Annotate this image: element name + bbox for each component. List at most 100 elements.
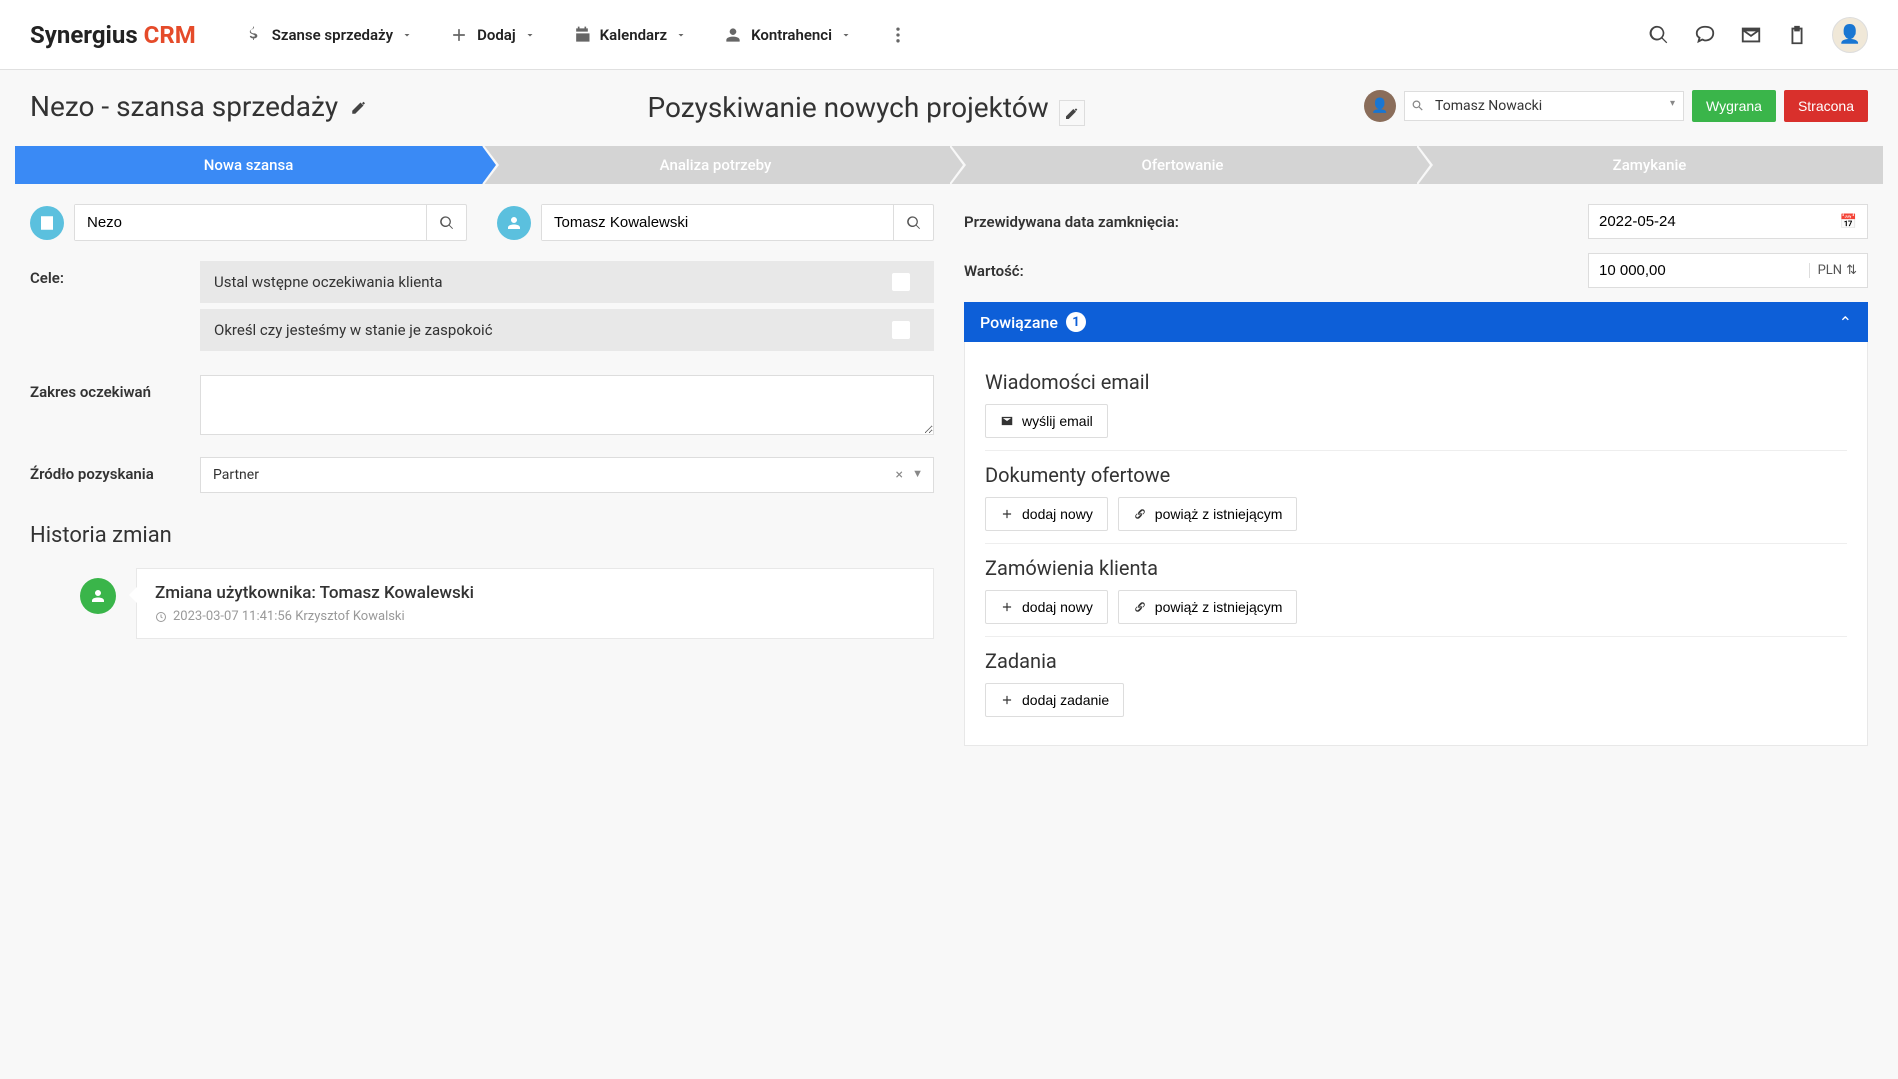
logo-sub: CRM [144, 21, 196, 49]
history-card[interactable]: Zmiana użytkownika: Tomasz Kowalewski 20… [136, 568, 934, 639]
stage-analiza[interactable]: Analiza potrzeby [482, 146, 949, 184]
related-tasks: Zadania dodaj zadanie [985, 637, 1847, 729]
add-order-button[interactable]: dodaj nowy [985, 590, 1108, 624]
nav-contractors[interactable]: Kontrahenci [705, 25, 870, 45]
owner-name: Tomasz Nowacki [1435, 98, 1542, 114]
nav-more[interactable] [870, 25, 926, 45]
chevron-down-icon: ▼ [912, 467, 923, 480]
plus-icon [1000, 600, 1014, 614]
stage-ofertowanie[interactable]: Ofertowanie [949, 146, 1416, 184]
nav-add[interactable]: Dodaj [431, 25, 554, 45]
goal-checkbox[interactable] [892, 321, 910, 339]
mail-icon[interactable] [1740, 24, 1762, 46]
scope-textarea[interactable] [200, 375, 934, 435]
send-email-label: wyślij email [1022, 413, 1093, 429]
project-title: Pozyskiwanie nowych projektów [647, 91, 1048, 124]
edit-icon[interactable] [1059, 100, 1085, 126]
clipboard-icon[interactable] [1786, 24, 1808, 46]
add-doc-label: dodaj nowy [1022, 506, 1093, 522]
edit-icon[interactable] [350, 98, 368, 116]
history-meta-text: 2023-03-07 11:41:56 Krzysztof Kowalski [173, 609, 405, 624]
owner-block: 👤 Tomasz Nowacki Wygrana Stracona [1364, 90, 1868, 122]
building-icon [30, 206, 64, 240]
owner-avatar[interactable]: 👤 [1364, 90, 1396, 122]
lost-button[interactable]: Stracona [1784, 90, 1868, 122]
link-order-label: powiąż z istniejącym [1155, 599, 1283, 615]
right-column: Przewidywana data zamknięcia: 📅 Wartość:… [964, 204, 1868, 746]
history-user-icon [80, 578, 116, 614]
won-button[interactable]: Wygrana [1692, 90, 1776, 122]
chevron-up-icon: ⌃ [1839, 313, 1852, 332]
value-input-group: PLN ⇅ [1588, 253, 1868, 288]
chevron-down-icon [401, 29, 413, 41]
value-label: Wartość: [964, 262, 1588, 280]
add-doc-button[interactable]: dodaj nowy [985, 497, 1108, 531]
nav-sales[interactable]: Szanse sprzedaży [226, 25, 431, 45]
history-meta: 2023-03-07 11:41:56 Krzysztof Kowalski [155, 609, 915, 624]
link-icon [1133, 600, 1147, 614]
main: Cele: Ustal wstępne oczekiwania klienta … [0, 204, 1898, 746]
left-column: Cele: Ustal wstępne oczekiwania klienta … [30, 204, 934, 746]
currency-selector[interactable]: PLN ⇅ [1809, 263, 1857, 278]
company-search-button[interactable] [426, 205, 466, 240]
page-title: Nezo - szansa sprzedaży [30, 90, 338, 123]
plus-icon [1000, 693, 1014, 707]
history-card-title: Zmiana użytkownika: Tomasz Kowalewski [155, 583, 915, 603]
history-item: Zmiana użytkownika: Tomasz Kowalewski 20… [80, 568, 934, 639]
related-email-title: Wiadomości email [985, 370, 1847, 394]
send-email-button[interactable]: wyślij email [985, 404, 1108, 438]
calendar-icon [572, 25, 592, 45]
search-icon[interactable] [1648, 24, 1670, 46]
date-input-group: 📅 [1588, 204, 1868, 239]
stage-nowa-szansa[interactable]: Nowa szansa [15, 146, 482, 184]
related-tasks-title: Zadania [985, 649, 1847, 673]
chevron-down-icon [675, 29, 687, 41]
date-input[interactable] [1599, 213, 1840, 230]
value-input[interactable] [1599, 262, 1809, 279]
contact-search-button[interactable] [893, 205, 933, 240]
nav-add-label: Dodaj [477, 26, 516, 44]
related-orders-title: Zamówienia klienta [985, 556, 1847, 580]
source-select[interactable]: Partner × ▼ [200, 457, 934, 493]
link-icon [1133, 507, 1147, 521]
envelope-icon [1000, 414, 1014, 428]
calendar-icon[interactable]: 📅 [1840, 214, 1857, 230]
contact-input[interactable] [542, 205, 893, 240]
goal-item-2: Określ czy jesteśmy w stanie je zaspokoi… [200, 309, 934, 351]
logo[interactable]: Synergius CRM [30, 21, 196, 49]
link-doc-label: powiąż z istniejącym [1155, 506, 1283, 522]
nav-calendar-label: Kalendarz [600, 26, 667, 44]
chat-icon[interactable] [1694, 24, 1716, 46]
person-icon [723, 25, 743, 45]
search-icon [439, 215, 455, 231]
contact-input-group [541, 204, 934, 241]
company-input[interactable] [75, 205, 426, 240]
plus-icon [449, 25, 469, 45]
link-order-button[interactable]: powiąż z istniejącym [1118, 590, 1298, 624]
nav-calendar[interactable]: Kalendarz [554, 25, 705, 45]
currency-label: PLN [1818, 263, 1842, 278]
chevron-down-icon [840, 29, 852, 41]
history-title: Historia zmian [30, 523, 934, 548]
related-orders: Zamówienia klienta dodaj nowy powiąż z i… [985, 544, 1847, 637]
clear-icon[interactable]: × [896, 467, 903, 483]
nav-contractors-label: Kontrahenci [751, 26, 832, 44]
stage-zamykanie[interactable]: Zamykanie [1416, 146, 1883, 184]
add-task-button[interactable]: dodaj zadanie [985, 683, 1124, 717]
related-header[interactable]: Powiązane 1 ⌃ [964, 302, 1868, 342]
plus-icon [1000, 507, 1014, 521]
related-docs: Dokumenty ofertowe dodaj nowy powiąż z i… [985, 451, 1847, 544]
user-avatar[interactable]: 👤 [1832, 17, 1868, 53]
goal-checkbox[interactable] [892, 273, 910, 291]
link-doc-button[interactable]: powiąż z istniejącym [1118, 497, 1298, 531]
related-count-badge: 1 [1066, 312, 1086, 332]
goal-item-1: Ustal wstępne oczekiwania klienta [200, 261, 934, 303]
search-icon [906, 215, 922, 231]
goal-text: Określ czy jesteśmy w stanie je zaspokoi… [214, 321, 493, 339]
logo-main: Synergius [30, 21, 144, 49]
date-label: Przewidywana data zamknięcia: [964, 213, 1588, 231]
add-task-label: dodaj zadanie [1022, 692, 1109, 708]
clock-icon [155, 611, 167, 623]
header-actions: 👤 [1648, 17, 1868, 53]
owner-select[interactable]: Tomasz Nowacki [1404, 91, 1684, 121]
